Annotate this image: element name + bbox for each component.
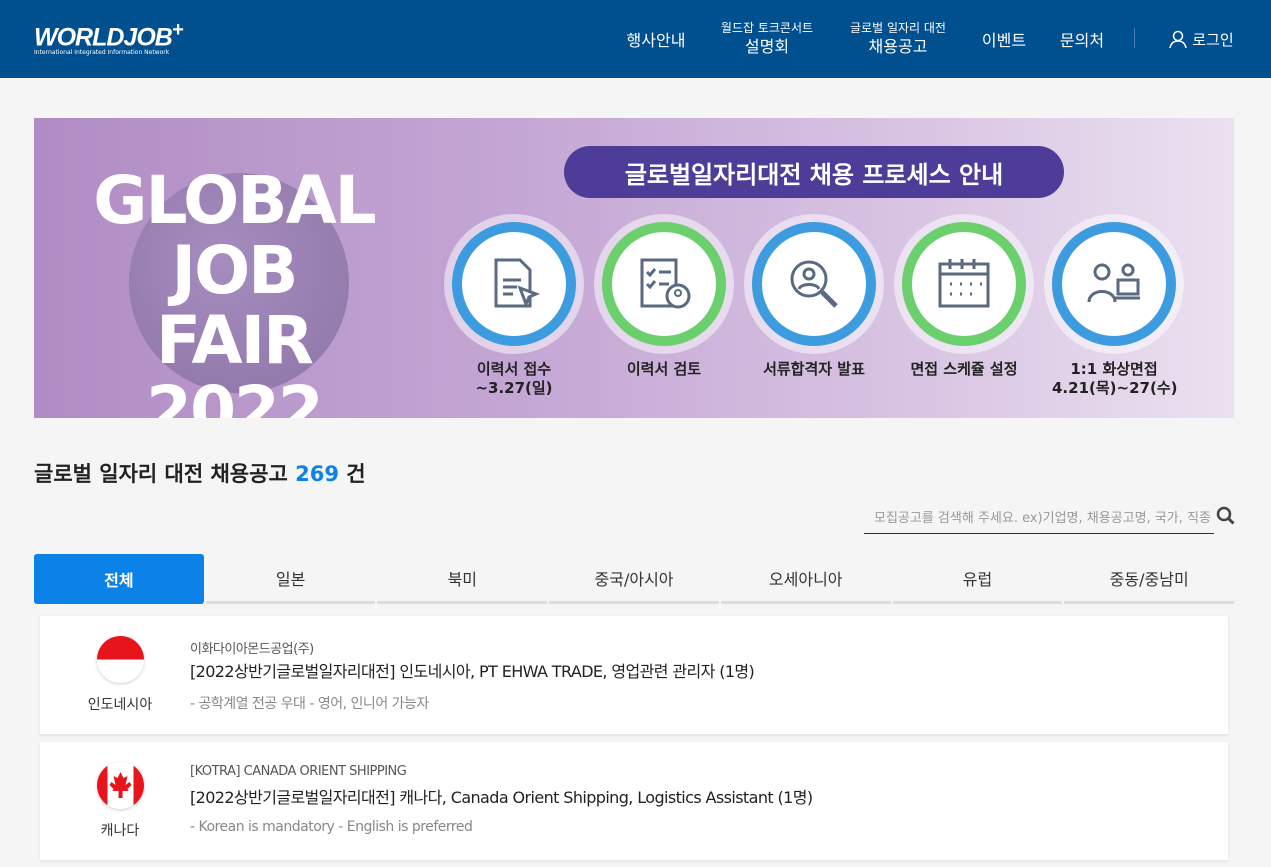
banner-title: 글로벌일자리대전 채용 프로세스 안내	[564, 146, 1064, 198]
magnifier-user-icon	[790, 260, 838, 308]
tab-oceania[interactable]: 오세아니아	[720, 554, 891, 604]
indonesia-flag-icon	[97, 636, 144, 683]
canada-flag-icon	[97, 762, 144, 809]
step-video-interview: 1:1 화상면접 4.21(목)~27(수)	[1052, 222, 1177, 398]
search-input[interactable]: 모집공고를 검색해 주세요. ex)기업명, 채용공고명, 국가, 직종	[864, 498, 1214, 534]
worldjob-logo[interactable]: WORLDJOB+ International Integrated Infor…	[34, 18, 183, 57]
region-tabs: 전체 일본 북미 중국/아시아 오세아니아 유럽 중동/중남미	[34, 554, 1235, 604]
step-resume-review: 이력서 검토	[602, 222, 726, 379]
nav-event-info[interactable]: 행사안내	[620, 0, 692, 78]
tab-all[interactable]: 전체	[34, 554, 204, 604]
job-title-link[interactable]: [2022상반기글로벌일자리대전] 캐나다, Canada Orient Shi…	[190, 784, 813, 808]
tab-japan[interactable]: 일본	[205, 554, 376, 604]
job-title-link[interactable]: [2022상반기글로벌일자리대전] 인도네시아, PT EHWA TRADE, …	[190, 658, 755, 682]
document-cursor-icon	[494, 258, 541, 309]
step-document-pass: 서류합격자 발표	[752, 222, 876, 379]
step-resume-submit: 이력서 접수 ~3.27(일)	[452, 222, 576, 398]
tab-europe[interactable]: 유럽	[892, 554, 1063, 604]
nav-divider	[1134, 28, 1135, 48]
step-interview-schedule: 면접 스케쥴 설정	[902, 222, 1026, 379]
listing-title: 글로벌 일자리 대전 채용공고 269 건	[34, 462, 366, 486]
header: WORLDJOB+ International Integrated Infor…	[0, 0, 1271, 78]
global-job-fair-logo: GLOBAL JOB FAIR 2022	[93, 162, 376, 419]
login-button[interactable]: 로그인	[1164, 0, 1238, 78]
nav-contact[interactable]: 문의처	[1052, 0, 1112, 78]
nav-job-postings[interactable]: 글로벌 일자리 대전 채용공고	[842, 0, 954, 78]
nav-talk-concert[interactable]: 월드잡 토크콘서트 설명회	[712, 0, 822, 78]
tab-middle-east-latam[interactable]: 중동/중남미	[1064, 554, 1235, 604]
process-banner: GLOBAL JOB FAIR 2022 글로벌일자리대전 채용 프로세스 안내 이…	[34, 118, 1234, 418]
listing-count: 269	[295, 462, 339, 486]
tab-north-america[interactable]: 북미	[377, 554, 548, 604]
job-card[interactable]: 인도네시아 이화다이아몬드공업(주) [2022상반기글로벌일자리대전] 인도네…	[40, 616, 1228, 734]
calendar-icon	[938, 259, 990, 308]
search-icon[interactable]	[1216, 506, 1235, 525]
checklist-user-icon	[640, 258, 691, 309]
video-interview-icon	[1087, 263, 1140, 303]
user-icon	[1169, 30, 1188, 49]
nav-events[interactable]: 이벤트	[974, 0, 1034, 78]
tab-china-asia[interactable]: 중국/아시아	[549, 554, 719, 604]
job-card[interactable]: 캐나다 [KOTRA] CANADA ORIENT SHIPPING [2022…	[40, 742, 1228, 860]
